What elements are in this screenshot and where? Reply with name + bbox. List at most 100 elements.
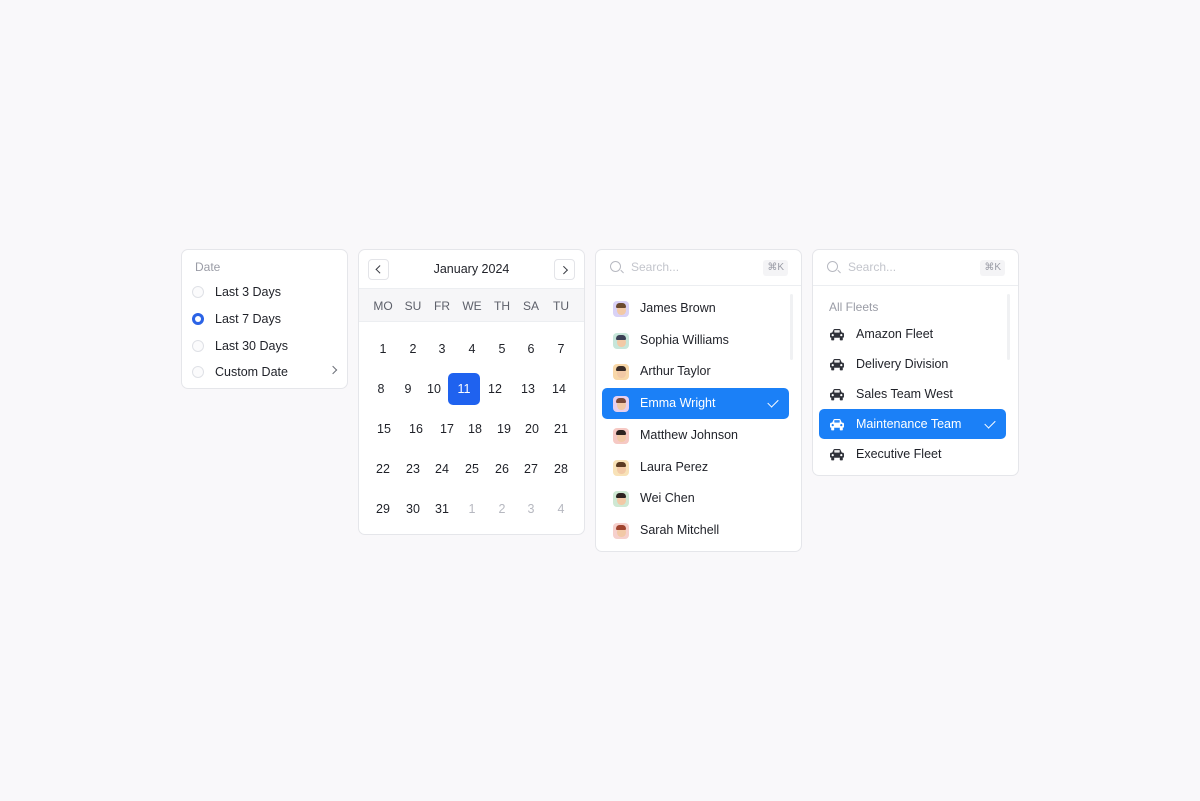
fleet-dropdown: ⌘K All Fleets Amazon Fleet Delivery Divis…	[812, 249, 1019, 476]
calendar-day[interactable]: 16	[400, 413, 432, 445]
person-list-item[interactable]: James Brown	[602, 293, 789, 324]
calendar-day[interactable]: 29	[367, 493, 399, 525]
calendar-day[interactable]: 11	[448, 373, 480, 405]
fleet-group-label: All Fleets	[829, 300, 879, 314]
calendar-day[interactable]: 26	[486, 453, 518, 485]
person-list-item[interactable]: Wei Chen	[602, 483, 789, 514]
calendar-day[interactable]: 3	[426, 333, 458, 365]
next-month-button[interactable]	[554, 259, 575, 280]
calendar-day[interactable]: 18	[459, 413, 491, 445]
calendar-day[interactable]: 15	[368, 413, 400, 445]
weekday-label: TH	[494, 299, 510, 313]
calendar-day[interactable]: 4	[456, 333, 488, 365]
fleet-list-item[interactable]: Delivery Division	[819, 349, 1006, 379]
avatar-hair	[616, 398, 626, 404]
person-list-item[interactable]: Arthur Taylor	[602, 356, 789, 387]
radio-button[interactable]	[192, 313, 204, 325]
calendar-day[interactable]: 4	[545, 493, 577, 525]
radio-button[interactable]	[192, 286, 204, 298]
fleet-name: Maintenance Team	[856, 417, 962, 431]
calendar-day[interactable]: 5	[486, 333, 518, 365]
avatar-hair	[616, 366, 626, 372]
fleet-name: Amazon Fleet	[856, 327, 934, 341]
avatar-hair	[616, 429, 626, 435]
fleet-scrollbar[interactable]	[1007, 294, 1010, 360]
radio-button[interactable]	[192, 340, 204, 352]
check-icon	[767, 396, 779, 408]
person-name: Matthew Johnson	[640, 427, 738, 442]
date-option-label: Last 30 Days	[215, 339, 288, 353]
weekday-label: FR	[434, 299, 450, 313]
avatar	[613, 364, 629, 381]
date-option-label: Last 7 Days	[215, 312, 282, 326]
calendar-day[interactable]: 28	[545, 453, 577, 485]
avatar	[613, 459, 629, 476]
calendar-panel: January 2024 MO SU FR WE TH SA TU 1 2 3 4 5 6 7 8 9 10 1…	[358, 249, 585, 535]
check-icon	[984, 417, 996, 429]
calendar-day[interactable]: 27	[515, 453, 547, 485]
person-list-item[interactable]: Sophia Williams	[602, 325, 789, 356]
fleet-search-input[interactable]	[848, 260, 968, 274]
calendar-day[interactable]: 22	[367, 453, 399, 485]
fleet-list-item[interactable]: Maintenance Team	[819, 409, 1006, 439]
people-scrollbar[interactable]	[790, 294, 793, 360]
avatar-hair	[616, 334, 626, 340]
weekday-label: TU	[553, 299, 569, 313]
fleet-list-item[interactable]: Executive Fleet	[819, 439, 1006, 469]
radio-button[interactable]	[192, 366, 204, 378]
person-list-item[interactable]: Matthew Johnson	[602, 420, 789, 451]
car-icon	[829, 388, 845, 401]
calendar-day[interactable]: 1	[456, 493, 488, 525]
fleet-list-item[interactable]: Amazon Fleet	[819, 319, 1006, 349]
date-option[interactable]: Last 7 Days	[182, 306, 347, 332]
person-name: Wei Chen	[640, 491, 695, 506]
date-option[interactable]: Custom Date	[182, 359, 347, 385]
calendar-day[interactable]: 31	[426, 493, 458, 525]
people-search-input[interactable]	[631, 260, 751, 274]
calendar-day[interactable]: 14	[543, 373, 575, 405]
calendar-day[interactable]: 10	[418, 373, 450, 405]
calendar-day[interactable]: 30	[397, 493, 429, 525]
person-name: Emma Wright	[640, 396, 716, 411]
date-option-label: Custom Date	[215, 365, 288, 379]
calendar-header: January 2024	[359, 250, 584, 288]
date-option[interactable]: Last 30 Days	[182, 333, 347, 359]
fleet-search-bar: ⌘K	[813, 250, 1018, 286]
calendar-day[interactable]: 1	[367, 333, 399, 365]
calendar-day[interactable]: 2	[397, 333, 429, 365]
fleet-list-item[interactable]: Sales Team West	[819, 379, 1006, 409]
calendar-day[interactable]: 20	[516, 413, 548, 445]
calendar-day[interactable]: 6	[515, 333, 547, 365]
avatar-hair	[616, 461, 626, 467]
calendar-month-title: January 2024	[433, 262, 510, 276]
calendar-day[interactable]: 25	[456, 453, 488, 485]
search-icon	[827, 261, 838, 272]
person-name: Arthur Taylor	[640, 364, 711, 379]
calendar-day[interactable]: 2	[486, 493, 518, 525]
weekday-label: SA	[522, 299, 539, 313]
people-dropdown: ⌘K James Brown Sophia Williams Arthur Tayl…	[595, 249, 802, 552]
calendar-day[interactable]: 3	[515, 493, 547, 525]
avatar-hair	[616, 303, 626, 308]
avatar-hair	[616, 493, 626, 499]
date-option[interactable]: Last 3 Days	[182, 279, 347, 305]
calendar-day[interactable]: 13	[512, 373, 544, 405]
person-list-item[interactable]: Sarah Mitchell	[602, 515, 789, 546]
calendar-day[interactable]: 12	[479, 373, 511, 405]
date-filter-panel: Date Last 3 Days Last 7 Days Last 30 Days C…	[181, 249, 348, 389]
fleet-name: Sales Team West	[856, 387, 953, 401]
fleet-name: Delivery Division	[856, 357, 949, 371]
person-name: Laura Perez	[640, 459, 709, 474]
date-filter-label: Date	[195, 260, 221, 274]
avatar	[613, 491, 629, 508]
calendar-day[interactable]: 24	[426, 453, 458, 485]
chevron-right-icon	[328, 365, 338, 375]
car-icon	[829, 448, 845, 461]
calendar-day[interactable]: 21	[545, 413, 577, 445]
calendar-day[interactable]: 7	[545, 333, 577, 365]
calendar-day[interactable]: 23	[397, 453, 429, 485]
fleet-name: Executive Fleet	[856, 447, 942, 461]
person-list-item[interactable]: Emma Wright	[602, 388, 789, 420]
person-list-item[interactable]: Laura Perez	[602, 452, 789, 483]
shortcut-badge: ⌘K	[763, 260, 788, 276]
